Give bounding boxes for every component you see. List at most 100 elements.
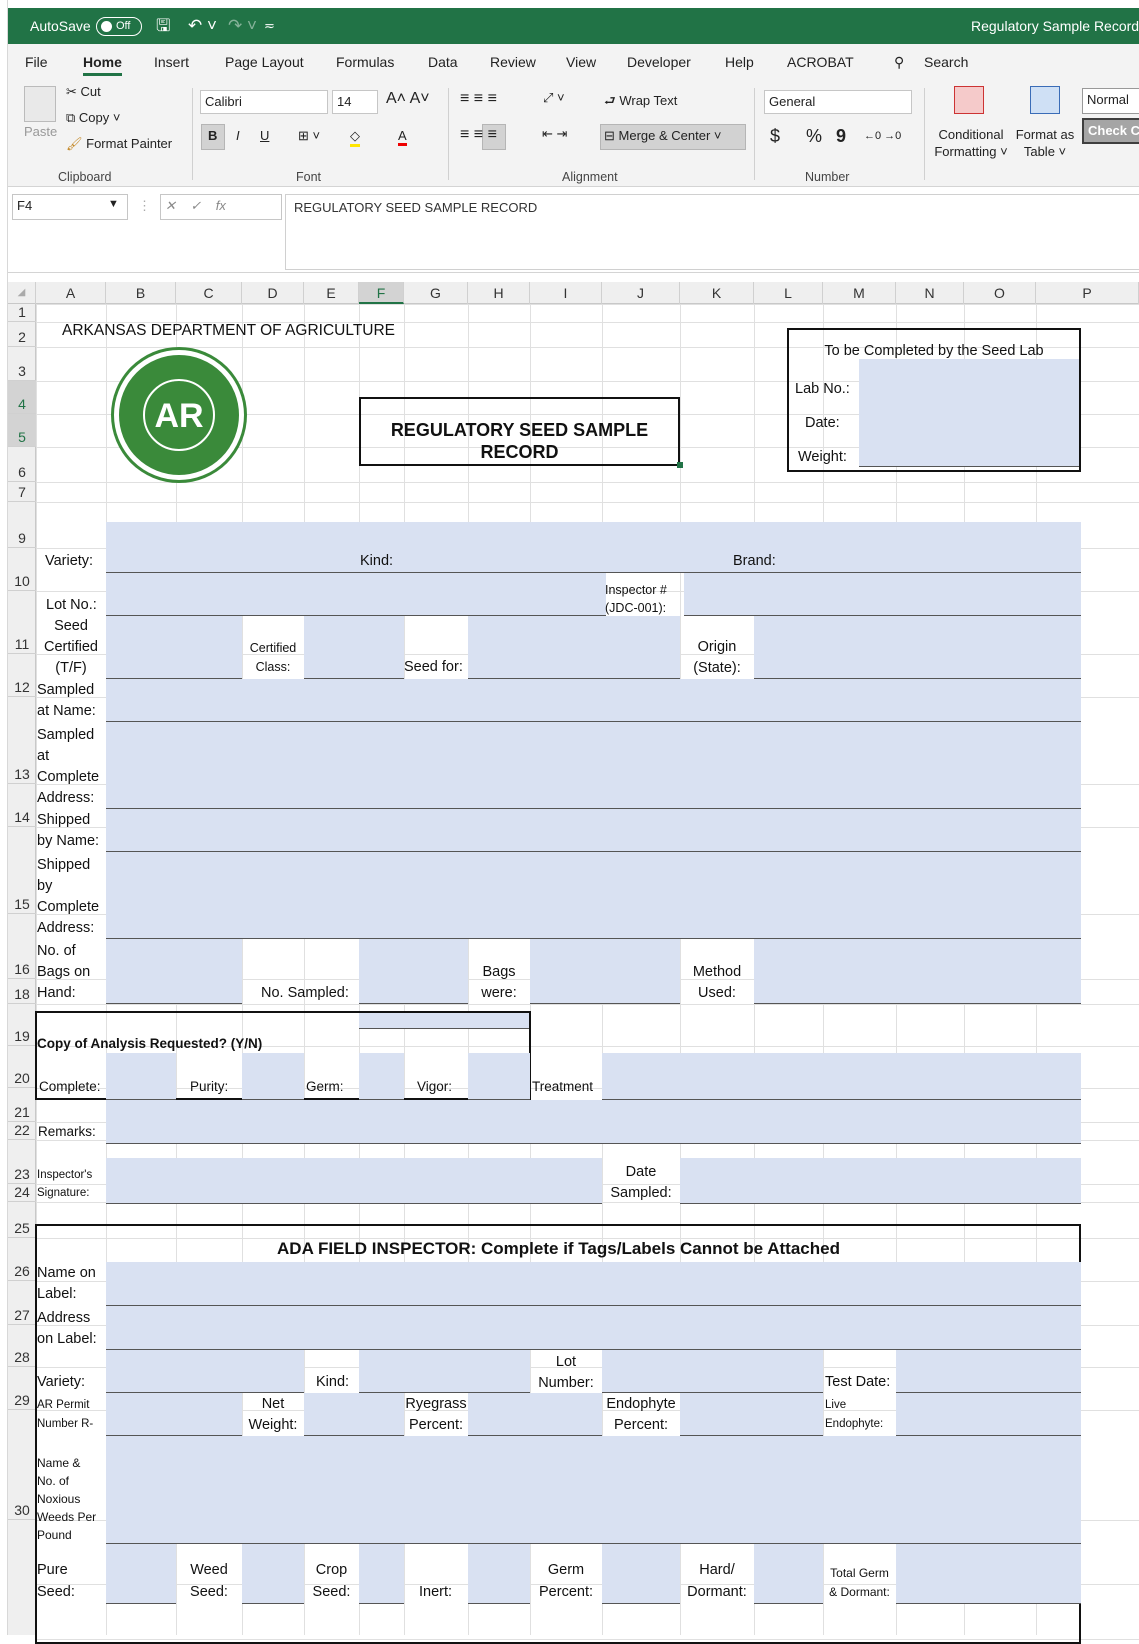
row-header-9[interactable]: 9 xyxy=(8,502,36,548)
style-normal[interactable]: Normal xyxy=(1082,88,1139,114)
input-cell[interactable] xyxy=(754,616,1081,679)
orientation-icon[interactable]: ⤢ ˅ xyxy=(543,90,565,106)
indent-icon[interactable]: ⇤ ⇥ xyxy=(542,126,567,142)
customize-qat-icon[interactable]: ≂ xyxy=(264,8,275,44)
column-header-l[interactable]: L xyxy=(754,282,823,304)
wrap-text-button[interactable]: ⮐ Wrap Text xyxy=(604,92,677,114)
tab-view[interactable]: View xyxy=(566,54,596,70)
input-cell[interactable] xyxy=(304,1393,404,1436)
format-as-table-button[interactable]: Format as Table ˅ xyxy=(1014,126,1076,160)
input-cell[interactable] xyxy=(859,359,1079,467)
row-header-4[interactable]: 4 xyxy=(8,381,36,414)
style-check-cell[interactable]: Check Ce xyxy=(1082,118,1139,144)
input-cell[interactable] xyxy=(468,1544,530,1604)
input-cell[interactable] xyxy=(468,1053,530,1100)
search-label[interactable]: Search xyxy=(924,54,968,70)
input-cell[interactable] xyxy=(359,1350,530,1393)
tab-review[interactable]: Review xyxy=(490,54,536,70)
input-cell[interactable] xyxy=(242,1544,304,1604)
input-cell[interactable] xyxy=(106,616,242,679)
font-name-box[interactable]: Calibri xyxy=(200,90,328,114)
input-cell[interactable] xyxy=(106,1350,304,1393)
save-icon[interactable]: 🖫 xyxy=(156,8,170,44)
enter-icon[interactable]: ✓ xyxy=(190,198,201,213)
row-header-7[interactable]: 7 xyxy=(8,482,36,502)
column-header-m[interactable]: M xyxy=(823,282,896,304)
tab-data[interactable]: Data xyxy=(428,54,458,70)
row-header-3[interactable]: 3 xyxy=(8,347,36,381)
input-cell[interactable] xyxy=(106,522,1081,573)
input-cell[interactable] xyxy=(754,1544,823,1604)
borders-icon[interactable]: ⊞ ˅ xyxy=(298,128,320,144)
row-header-21[interactable]: 21 xyxy=(8,1088,36,1122)
input-cell[interactable] xyxy=(106,722,1081,809)
row-header-15[interactable]: 15 xyxy=(8,827,36,914)
tab-developer[interactable]: Developer xyxy=(627,54,691,70)
align-top-icon[interactable]: ≡ ≡ ≡ xyxy=(460,90,497,108)
row-header-30[interactable]: 30 xyxy=(8,1410,36,1520)
undo-icon[interactable]: ↶ ˅ xyxy=(188,8,217,44)
column-header-n[interactable]: N xyxy=(896,282,964,304)
input-cell[interactable] xyxy=(359,1544,404,1604)
decimal-icon[interactable]: ←0 →0 xyxy=(864,130,901,142)
tab-file[interactable]: File xyxy=(25,54,48,70)
input-cell[interactable] xyxy=(106,1100,1081,1144)
input-cell[interactable] xyxy=(106,809,1081,852)
select-all-icon[interactable]: ◢ xyxy=(8,282,36,304)
input-cell[interactable] xyxy=(106,1053,176,1100)
input-cell[interactable] xyxy=(106,1306,1081,1350)
tab-insert[interactable]: Insert xyxy=(154,54,189,70)
row-header-14[interactable]: 14 xyxy=(8,784,36,827)
row-header-19[interactable]: 19 xyxy=(8,1004,36,1046)
input-cell[interactable] xyxy=(896,1393,1081,1436)
column-header-e[interactable]: E xyxy=(304,282,359,304)
column-header-g[interactable]: G xyxy=(404,282,468,304)
font-size-box[interactable]: 14 xyxy=(332,90,378,114)
name-box-dropdown-icon[interactable]: ▼ xyxy=(108,198,119,210)
column-header-a[interactable]: A xyxy=(36,282,106,304)
function-icon[interactable]: fx xyxy=(216,198,226,213)
row-header-29[interactable]: 29 xyxy=(8,1367,36,1410)
tab-home[interactable]: Home xyxy=(83,54,122,76)
tab-formulas[interactable]: Formulas xyxy=(336,54,394,70)
row-header-26[interactable]: 26 xyxy=(8,1238,36,1281)
format-painter-button[interactable]: 🖌 Format Painter xyxy=(66,136,172,152)
input-cell[interactable] xyxy=(468,616,680,679)
fill-color-icon[interactable]: ◇ xyxy=(350,128,360,147)
formula-input[interactable]: REGULATORY SEED SAMPLE RECORD xyxy=(285,194,1139,270)
row-header-5[interactable]: 5 xyxy=(8,414,36,447)
row-header-13[interactable]: 13 xyxy=(8,697,36,784)
row-header-11[interactable]: 11 xyxy=(8,591,36,654)
column-header-b[interactable]: B xyxy=(106,282,176,304)
input-cell[interactable] xyxy=(359,1053,404,1100)
row-header-6[interactable]: 6 xyxy=(8,447,36,482)
input-cell[interactable] xyxy=(680,1393,823,1436)
paste-icon[interactable] xyxy=(24,86,56,122)
row-header-28[interactable]: 28 xyxy=(8,1325,36,1367)
input-cell[interactable] xyxy=(106,939,242,1004)
redo-icon[interactable]: ↷ ˅ xyxy=(228,8,257,44)
input-cell[interactable] xyxy=(602,1544,680,1604)
row-header-24[interactable]: 24 xyxy=(8,1184,36,1202)
input-cell[interactable] xyxy=(602,1053,1081,1100)
column-header-d[interactable]: D xyxy=(242,282,304,304)
input-cell[interactable] xyxy=(106,852,1081,939)
tab-acrobat[interactable]: ACROBAT xyxy=(787,54,854,70)
autosave-toggle[interactable]: Off xyxy=(96,17,142,36)
number-format-box[interactable]: General xyxy=(764,90,912,114)
input-cell[interactable] xyxy=(684,573,1081,616)
currency-button[interactable]: $ xyxy=(770,126,780,147)
row-header-22[interactable]: 22 xyxy=(8,1122,36,1140)
comma-button[interactable]: 9 xyxy=(836,126,846,147)
tab-help[interactable]: Help xyxy=(725,54,754,70)
column-header-p[interactable]: P xyxy=(1036,282,1139,304)
input-cell[interactable] xyxy=(106,1544,176,1604)
font-grow-icon[interactable]: A˄ A˅ xyxy=(386,90,430,108)
input-cell[interactable] xyxy=(468,1393,602,1436)
row-header-27[interactable]: 27 xyxy=(8,1281,36,1325)
input-cell[interactable] xyxy=(106,1262,1081,1306)
row-header-16[interactable]: 16 xyxy=(8,914,36,979)
cut-button[interactable]: ✂ Cut xyxy=(66,84,101,100)
conditional-formatting-button[interactable]: Conditional Formatting ˅ xyxy=(934,126,1008,160)
input-cell[interactable] xyxy=(896,1350,1081,1393)
